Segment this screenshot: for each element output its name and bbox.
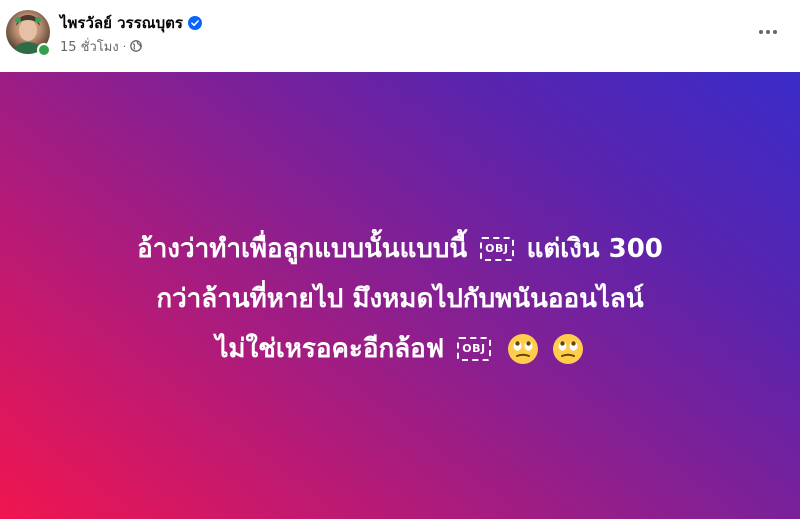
post-text-line-1-part-2: แต่เงิน 300 — [526, 233, 663, 264]
post-text-line-3-part-1: ไม่ใช่เหรอคะอีกล้อฟ — [215, 333, 445, 364]
post-text-line-1-part-1: อ้างว่าทำเพื่อลูกแบบนั้นแบบนี้ — [137, 233, 468, 264]
online-status-dot — [37, 43, 51, 57]
meta-separator: · — [122, 39, 127, 53]
post-text: อ้างว่าทำเพื่อลูกแบบนั้นแบบนี้ OBJ แต่เง… — [30, 224, 770, 374]
verified-badge-icon — [187, 16, 202, 30]
object-replacement-glyph: OBJ — [480, 237, 514, 261]
post-text-line-3: ไม่ใช่เหรอคะอีกล้อฟ OBJ — [30, 324, 770, 374]
rolling-eyes-emoji-icon — [507, 334, 538, 364]
post-meta: 15 ชั่วโมง · — [60, 36, 143, 57]
more-options-button[interactable] — [750, 18, 786, 46]
author-avatar[interactable] — [6, 10, 51, 57]
author-name[interactable]: ไพรวัลย์ วรรณบุตร — [60, 11, 183, 35]
facebook-post: ไพรวัลย์ วรรณบุตร 15 ชั่วโมง · อ้างว่าทำ… — [0, 0, 800, 519]
globe-icon[interactable] — [130, 40, 143, 52]
rolling-eyes-emoji-icon — [552, 334, 583, 364]
post-timestamp[interactable]: 15 ชั่วโมง — [60, 36, 119, 57]
more-options-icon — [759, 30, 777, 34]
post-text-line-2: กว่าล้านที่หายไป มึงหมดไปกับพนันออนไลน์ — [156, 283, 644, 314]
object-replacement-glyph: OBJ — [457, 337, 491, 361]
post-text-line-1: อ้างว่าทำเพื่อลูกแบบนั้นแบบนี้ OBJ แต่เง… — [30, 224, 770, 274]
post-background: อ้างว่าทำเพื่อลูกแบบนั้นแบบนี้ OBJ แต่เง… — [0, 72, 800, 519]
post-header: ไพรวัลย์ วรรณบุตร 15 ชั่วโมง · — [0, 0, 800, 72]
author-line: ไพรวัลย์ วรรณบุตร — [60, 12, 202, 34]
